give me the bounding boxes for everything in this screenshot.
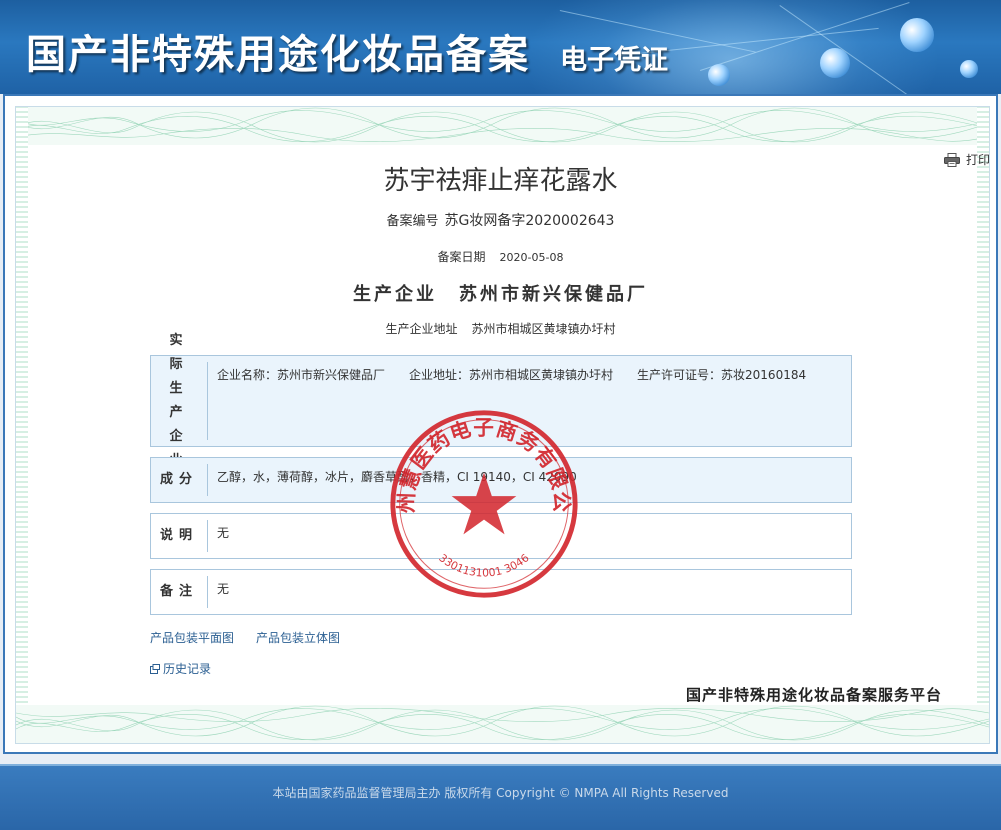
company-name: 企业名称：苏州市新兴保健品厂 bbox=[217, 368, 386, 382]
producer-label: 生产企业 bbox=[353, 284, 437, 305]
banner-molecule-node bbox=[960, 60, 978, 78]
producer-address-value: 苏州市相城区黄埭镇办圩村 bbox=[471, 322, 616, 336]
company-address: 企业地址：苏州市相城区黄埭镇办圩村 bbox=[409, 368, 614, 382]
banner-molecule-node bbox=[708, 64, 730, 86]
package-image-links: 产品包装平面图 产品包装立体图 bbox=[150, 629, 340, 646]
stereo-package-image-link[interactable]: 产品包装立体图 bbox=[256, 629, 340, 646]
footer: 本站由国家药品监督管理局主办 版权所有 Copyright © NMPA All… bbox=[0, 764, 1001, 830]
actual-producer-label: 实际生产企业 bbox=[151, 333, 208, 468]
banner-molecule-node bbox=[900, 18, 934, 52]
footer-copyright: 本站由国家药品监督管理局主办 版权所有 Copyright © NMPA All… bbox=[272, 786, 729, 800]
banner-molecule-node bbox=[820, 48, 850, 78]
remarks-label: 备注 bbox=[151, 576, 208, 608]
ingredients-label: 成分 bbox=[151, 464, 208, 496]
producer-value: 苏州市新兴保健品厂 bbox=[459, 284, 648, 305]
license-number: 生产许可证号：苏妆20160184 bbox=[637, 368, 807, 382]
external-link-icon bbox=[150, 663, 160, 674]
banner-subtitle: 电子凭证 bbox=[560, 45, 668, 76]
banner-title: 国产非特殊用途化妆品备案 bbox=[26, 31, 530, 78]
record-date-row: 备案日期 2020-05-08 bbox=[0, 248, 1001, 265]
seal-code-text: 3301131001 3046 bbox=[436, 551, 531, 579]
svg-text:3301131001 3046: 3301131001 3046 bbox=[436, 551, 531, 579]
record-date-label: 备案日期 bbox=[437, 250, 486, 264]
producer-row: 生产企业 苏州市新兴保健品厂 bbox=[0, 280, 1001, 306]
guilloche-right bbox=[977, 107, 989, 743]
product-name: 苏宇祛痱止痒花露水 bbox=[383, 166, 618, 196]
flat-package-image-link[interactable]: 产品包装平面图 bbox=[150, 629, 234, 646]
platform-name: 国产非特殊用途化妆品备案服务平台 bbox=[686, 686, 943, 704]
record-number-label: 备案编号 bbox=[386, 214, 439, 229]
guilloche-pattern-bottom bbox=[16, 705, 989, 743]
producer-address-label: 生产企业地址 bbox=[385, 322, 458, 336]
guilloche-pattern-top bbox=[16, 107, 989, 145]
history-link[interactable]: 历史记录 bbox=[150, 660, 211, 677]
record-date-value: 2020-05-08 bbox=[499, 251, 564, 264]
header-banner: 国产非特殊用途化妆品备案 电子凭证 bbox=[0, 0, 1001, 94]
record-number-value: 苏G妆网备字2020002643 bbox=[444, 213, 615, 229]
description-label: 说明 bbox=[151, 520, 208, 552]
page: 国产非特殊用途化妆品备案 电子凭证 打印 苏宇祛痱止痒花露水 备案编号 苏G妆网… bbox=[0, 0, 1001, 830]
company-seal-stamp: 杭州慧医药电子商务有限公司 3301131001 3046 bbox=[386, 406, 578, 598]
producer-address-row: 生产企业地址 苏州市相城区黄埭镇办圩村 bbox=[0, 320, 1001, 337]
record-number-row: 备案编号 苏G妆网备字2020002643 bbox=[0, 210, 1001, 230]
guilloche-left bbox=[16, 107, 28, 743]
history-label: 历史记录 bbox=[163, 662, 212, 676]
